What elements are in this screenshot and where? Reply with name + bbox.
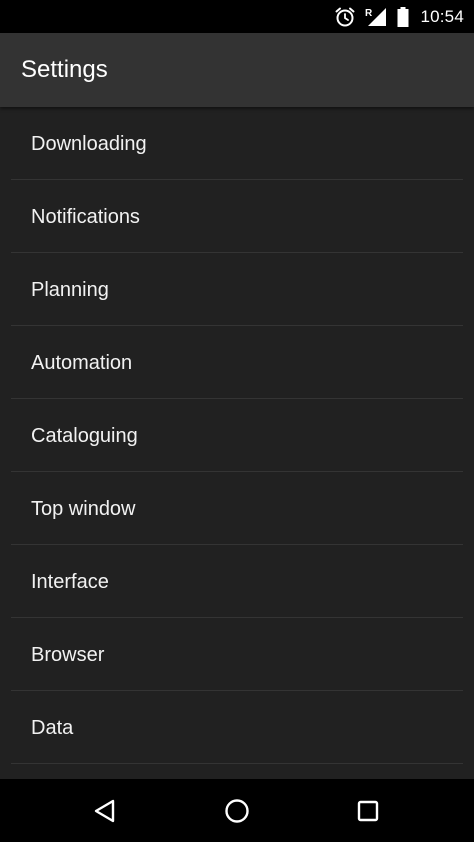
settings-item-label: Notifications [31, 206, 140, 228]
settings-screen: R 10:54 Settings Downloading Notificatio… [0, 0, 474, 842]
roaming-indicator: R [365, 8, 373, 19]
back-icon [94, 799, 115, 822]
settings-item-label: Automation [31, 352, 133, 374]
settings-item-label: Cataloguing [31, 425, 138, 447]
settings-item-label: Top window [31, 498, 136, 520]
alarm-icon [334, 6, 356, 28]
settings-item-planning[interactable]: Planning [11, 253, 463, 326]
settings-item-label: Downloading [31, 133, 147, 155]
settings-item-downloading[interactable]: Downloading [11, 107, 463, 180]
settings-list[interactable]: Downloading Notifications Planning Autom… [0, 107, 474, 779]
settings-item-label: Planning [31, 279, 109, 301]
settings-item-label: Data [31, 717, 74, 739]
app-bar: Settings [0, 33, 474, 107]
recents-button[interactable] [328, 779, 408, 842]
page-title: Settings [21, 56, 108, 83]
settings-item-label: Browser [31, 644, 105, 666]
settings-item-cataloguing[interactable]: Cataloguing [11, 399, 463, 472]
status-time: 10:54 [420, 6, 464, 26]
settings-item-top-window[interactable]: Top window [11, 472, 463, 545]
settings-item-data[interactable]: Data [11, 691, 463, 764]
navigation-bar [0, 779, 474, 842]
settings-item-automation[interactable]: Automation [11, 326, 463, 399]
settings-item-notifications[interactable]: Notifications [11, 180, 463, 253]
home-button[interactable] [197, 779, 277, 842]
signal-roaming-icon: R [364, 6, 388, 28]
status-icons: R 10:54 [334, 0, 464, 33]
battery-icon [396, 6, 410, 28]
settings-item-browser[interactable]: Browser [11, 618, 463, 691]
recents-icon [357, 800, 379, 821]
back-button[interactable] [65, 779, 145, 842]
home-icon [225, 798, 249, 823]
settings-item-interface[interactable]: Interface [11, 545, 463, 618]
settings-item-label: Interface [31, 571, 109, 593]
status-bar: R 10:54 [0, 0, 474, 33]
